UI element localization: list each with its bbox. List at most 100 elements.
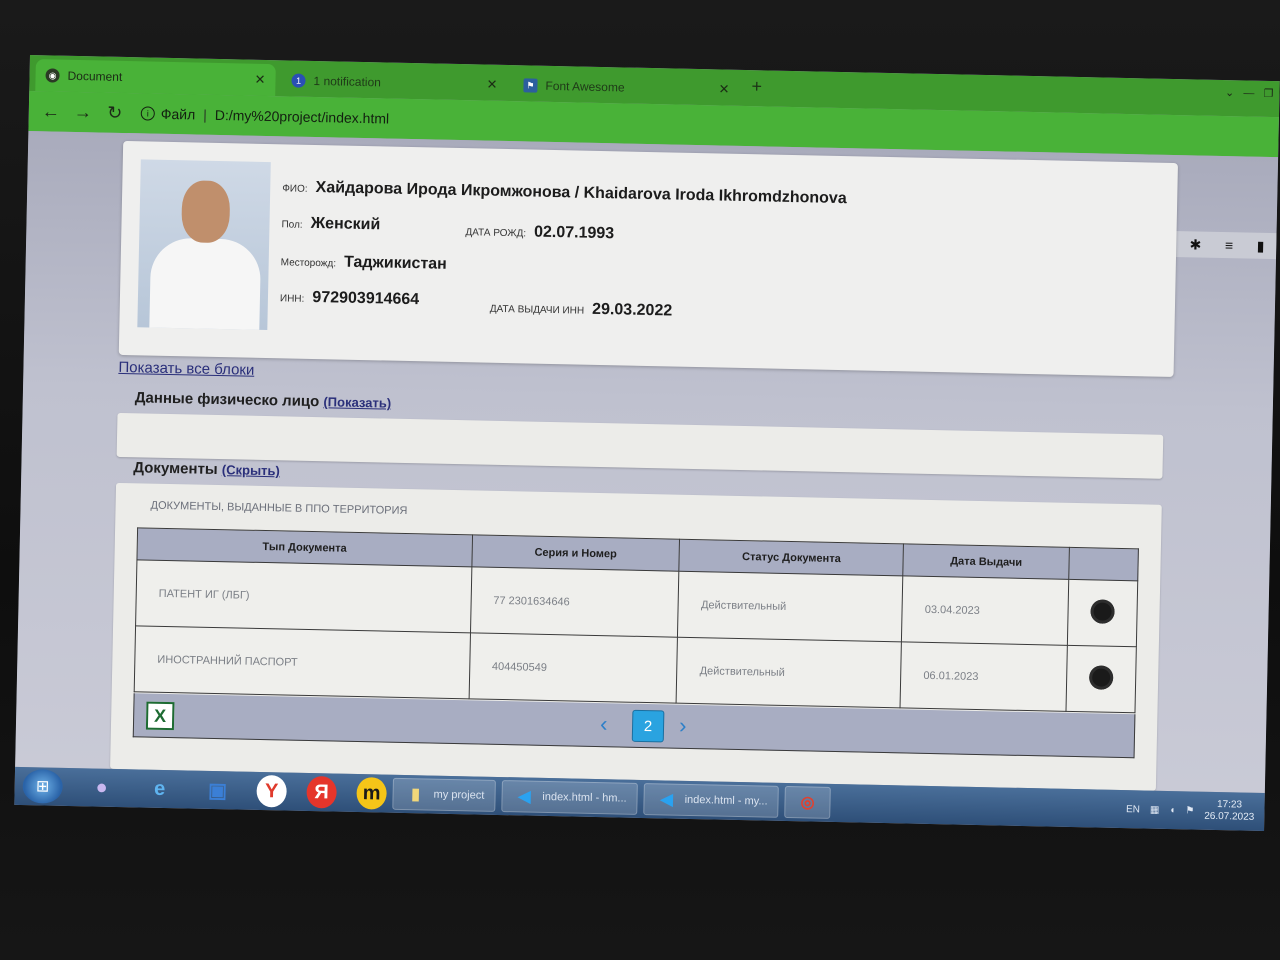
page-content: ⇪ ☆ ✱ ≡ ▮ ФИО: Хайдарова Ирода Икромжоно… bbox=[15, 130, 1279, 794]
clock[interactable]: 17:23 26.07.2023 bbox=[1204, 799, 1255, 824]
cell-doc-type: ПАТЕНТ ИГ (ЛБГ) bbox=[135, 559, 472, 633]
address-bar[interactable]: i Файл | D:/my%20project/index.html bbox=[140, 105, 390, 127]
fio-label: ФИО: bbox=[282, 183, 308, 195]
profile-photo bbox=[137, 159, 271, 331]
documents-table: Тып Документа Серия и Номер Статус Докум… bbox=[134, 527, 1139, 713]
tab-font-awesome[interactable]: ⚑ Font Awesome ✕ bbox=[513, 69, 740, 106]
cell-doc-status: Действительный bbox=[676, 637, 902, 708]
row-action-button[interactable] bbox=[1088, 665, 1114, 690]
scheme-label: Файл bbox=[160, 105, 196, 123]
vscode-icon: ◀ bbox=[517, 788, 531, 806]
extensions-icon[interactable]: ✱ bbox=[1189, 236, 1201, 253]
sex-field: Пол: Женский bbox=[281, 214, 380, 234]
inn-issue-value: 29.03.2022 bbox=[591, 300, 673, 320]
person-section-title: Данные физическо лицо (Показать) bbox=[135, 389, 392, 411]
tab-label: Font Awesome bbox=[545, 78, 625, 95]
taskbar-window-vscode-1[interactable]: ◀ index.html - hm... bbox=[500, 780, 638, 815]
info-icon[interactable]: i bbox=[140, 106, 155, 121]
cell-series-number: 77 2301634646 bbox=[470, 566, 680, 638]
close-icon[interactable]: ✕ bbox=[718, 81, 729, 97]
separator: | bbox=[203, 106, 208, 123]
fio-field: ФИО: Хайдарова Ирода Икромжонова / Khaid… bbox=[282, 178, 847, 208]
chevron-right-icon[interactable]: › bbox=[679, 713, 687, 739]
new-tab-button[interactable]: + bbox=[751, 76, 762, 97]
volume-icon[interactable]: ◖ bbox=[1169, 805, 1175, 816]
cell-issue-date: 06.01.2023 bbox=[900, 641, 1068, 712]
inn-issue-field: ДАТА ВЫДАЧИ ИНН 29.03.2022 bbox=[490, 299, 673, 321]
cell-action bbox=[1067, 579, 1138, 647]
birthplace-label: Месторожд: bbox=[280, 257, 337, 270]
birthplace-value: Таджикистан bbox=[343, 253, 447, 273]
birthplace-field: Месторожд: Таджикистан bbox=[281, 252, 447, 273]
inn-label: ИНН: bbox=[279, 293, 305, 305]
tab-label: 1 notification bbox=[313, 73, 382, 90]
save-disk-icon[interactable]: ▣ bbox=[198, 774, 237, 807]
network-icon[interactable]: ▦ bbox=[1150, 804, 1160, 815]
documents-box: ДОКУМЕНТЫ, ВЫДАННЫЕ В ППО ТЕРРИТОРИЯ Тып… bbox=[110, 482, 1162, 791]
photo-head bbox=[181, 180, 231, 244]
taskbar-window-label: my project bbox=[433, 788, 485, 802]
cell-doc-status: Действительный bbox=[677, 571, 903, 642]
col-actions bbox=[1068, 547, 1139, 581]
yandex-browser-icon[interactable]: Y bbox=[256, 774, 287, 808]
taskbar-window-vscode-2[interactable]: ◀ index.html - my... bbox=[643, 783, 779, 818]
tab-document[interactable]: ◉ Document ✕ bbox=[35, 59, 276, 97]
reload-button[interactable]: ↻ bbox=[101, 98, 130, 127]
vscode-icon: ◀ bbox=[660, 791, 673, 809]
clock-time: 17:23 bbox=[1216, 799, 1243, 811]
profile-card: ФИО: Хайдарова Ирода Икромжонова / Khaid… bbox=[118, 140, 1178, 378]
birthdate-value: 02.07.1993 bbox=[533, 223, 615, 243]
sex-label: Пол: bbox=[281, 219, 303, 231]
person-show-link[interactable]: (Показать) bbox=[323, 394, 391, 410]
back-button[interactable]: ← bbox=[37, 97, 66, 126]
cell-doc-type: ИНОСТРАННИЙ ПАСПОРТ bbox=[134, 625, 471, 699]
docs-hide-link[interactable]: (Скрыть) bbox=[222, 462, 280, 478]
url-text[interactable]: D:/my%20project/index.html bbox=[215, 107, 390, 127]
close-icon[interactable]: ✕ bbox=[254, 72, 265, 88]
start-button[interactable]: ⊞ bbox=[22, 769, 64, 804]
internet-explorer-icon[interactable]: e bbox=[140, 772, 179, 805]
inn-field: ИНН: 972903914664 bbox=[280, 288, 420, 309]
col-series-number: Серия и Номер bbox=[471, 534, 680, 572]
chevron-left-icon[interactable]: ‹ bbox=[600, 711, 608, 737]
inn-issue-label: ДАТА ВЫДАЧИ ИНН bbox=[489, 303, 585, 317]
cell-action bbox=[1066, 645, 1137, 713]
row-action-button[interactable] bbox=[1090, 599, 1115, 624]
cell-issue-date: 03.04.2023 bbox=[901, 575, 1069, 646]
forward-button[interactable]: → bbox=[69, 98, 98, 127]
yandex-market-icon[interactable]: m bbox=[356, 777, 387, 810]
chrome-icon: ◎ bbox=[800, 794, 815, 812]
reading-list-icon[interactable]: ≡ bbox=[1225, 237, 1234, 253]
flag-icon[interactable]: ⚑ bbox=[1185, 805, 1194, 816]
tab-notification[interactable]: 1 1 notification ✕ bbox=[281, 64, 508, 101]
docs-section-title: Документы (Скрыть) bbox=[133, 459, 280, 479]
current-page-button[interactable]: 2 bbox=[631, 709, 665, 743]
app-launcher-icon[interactable]: ● bbox=[82, 771, 121, 804]
font-awesome-icon: ⚑ bbox=[523, 78, 538, 93]
close-icon[interactable]: ✕ bbox=[486, 77, 497, 93]
tab-label: Document bbox=[67, 68, 123, 84]
taskbar-window-label: index.html - my... bbox=[684, 793, 768, 808]
birthdate-field: ДАТА РОЖД: 02.07.1993 bbox=[465, 222, 614, 243]
show-all-blocks-link[interactable]: Показать все блоки bbox=[118, 359, 254, 379]
col-issue-date: Дата Выдачи bbox=[902, 543, 1070, 580]
system-tray: EN ▦ ◖ ⚑ 17:23 26.07.2023 bbox=[1126, 797, 1265, 824]
taskbar-window-chrome[interactable]: ◎ bbox=[784, 785, 831, 819]
notification-icon: 1 bbox=[291, 73, 306, 88]
sex-value: Женский bbox=[310, 214, 381, 234]
language-indicator[interactable]: EN bbox=[1126, 804, 1140, 815]
taskbar-window-my-project[interactable]: ▮ my project bbox=[392, 777, 496, 812]
cell-series-number: 404450549 bbox=[468, 632, 678, 704]
globe-icon: ◉ bbox=[45, 68, 60, 83]
documents-subtitle: ДОКУМЕНТЫ, ВЫДАННЫЕ В ППО ТЕРРИТОРИЯ bbox=[150, 499, 408, 518]
clock-date: 26.07.2023 bbox=[1204, 810, 1255, 823]
excel-export-icon[interactable]: X bbox=[145, 701, 175, 731]
yandex-icon[interactable]: Я bbox=[306, 775, 337, 809]
photo-body bbox=[149, 237, 262, 331]
birthdate-label: ДАТА РОЖД: bbox=[465, 227, 527, 240]
col-doc-status: Статус Документа bbox=[679, 539, 904, 576]
fio-value: Хайдарова Ирода Икромжонова / Khaidarova… bbox=[315, 179, 847, 208]
side-panel-icon[interactable]: ▮ bbox=[1257, 237, 1265, 254]
screen: ◉ Document ✕ 1 1 notification ✕ ⚑ Font A… bbox=[14, 55, 1280, 832]
window-controls[interactable]: ⌄ — ❐ bbox=[1225, 86, 1274, 100]
